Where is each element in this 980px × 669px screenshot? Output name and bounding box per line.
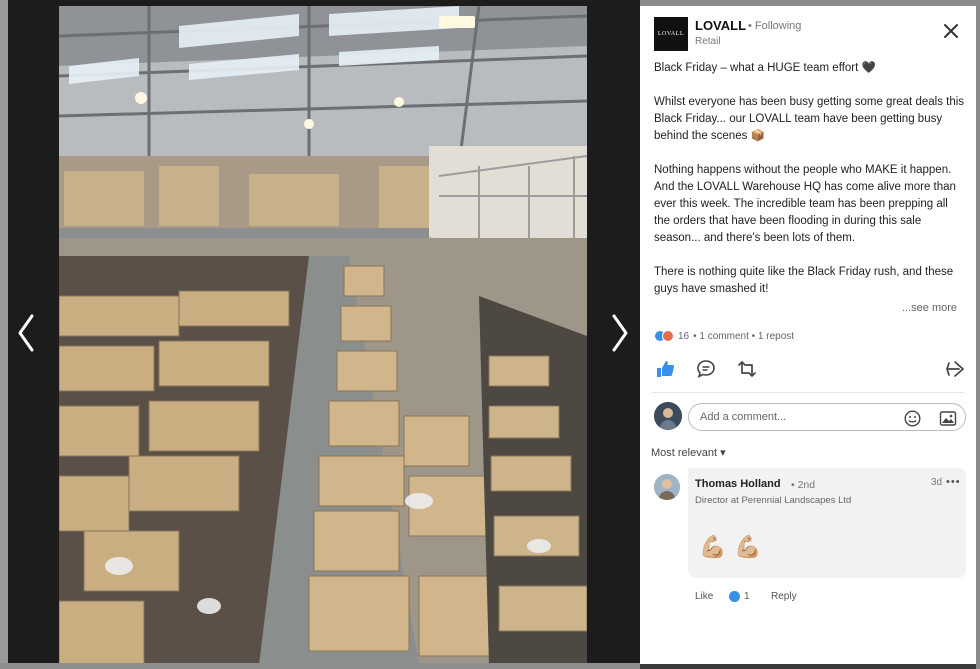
post-panel: LOVALL LOVALL • Following Retail Black F… [640, 6, 976, 664]
see-more-link[interactable]: ...see more [902, 302, 957, 314]
reaction-count[interactable]: 16 [678, 331, 689, 342]
logo-text: LOVALL [657, 31, 685, 37]
comment-bubble: Thomas Holland • 2nd Director at Perenni… [688, 468, 966, 578]
author-headline: Director at Perennial Landscapes Ltd [695, 495, 852, 506]
post-paragraph: Nothing happens without the people who M… [654, 164, 956, 244]
avatar[interactable] [654, 474, 680, 500]
comment-compose [654, 402, 968, 432]
panel-right-edge [976, 0, 980, 669]
comment-timestamp: 3d [931, 477, 943, 488]
connection-degree: • 2nd [791, 479, 816, 491]
following-status: • Following [748, 20, 802, 32]
comment-body: 💪🏼💪🏼 [699, 534, 770, 559]
post-paragraph: Whilst everyone has been busy getting so… [654, 96, 965, 142]
send-icon[interactable] [944, 358, 968, 382]
comment-more-button[interactable]: ••• [946, 476, 961, 488]
chevron-left-icon[interactable] [12, 312, 42, 354]
company-industry: Retail [695, 36, 721, 47]
comment-like-count[interactable]: 1 [744, 591, 750, 602]
post-actions [654, 358, 966, 382]
close-icon[interactable] [942, 22, 960, 40]
comment-reply-button[interactable]: Reply [771, 591, 797, 602]
sort-dropdown[interactable]: Most relevant ▾ [651, 446, 726, 459]
avatar[interactable] [654, 402, 682, 430]
emoji-icon[interactable] [904, 410, 921, 427]
speech-bubble-icon[interactable] [695, 358, 719, 382]
post-paragraph: Black Friday – what a HUGE team effort 🖤 [654, 62, 876, 74]
post-paragraph: There is nothing quite like the Black Fr… [654, 266, 954, 295]
media-viewer [0, 0, 640, 669]
company-name[interactable]: LOVALL [695, 18, 746, 33]
post-photo [59, 6, 587, 665]
comment-author[interactable]: Thomas Holland [695, 478, 781, 490]
social-counts[interactable]: 16 • 1 comment • 1 repost [654, 328, 954, 344]
comment-like-button[interactable]: Like [695, 591, 713, 602]
love-reaction-icon [662, 330, 674, 342]
comment-repost-counts[interactable]: • 1 comment • 1 repost [693, 331, 794, 342]
image-icon[interactable] [939, 410, 957, 427]
viewer-edge [0, 0, 8, 669]
chevron-right-icon[interactable] [604, 312, 634, 354]
like-reaction-icon [729, 591, 740, 602]
divider [652, 392, 964, 393]
comment-input[interactable] [688, 403, 966, 431]
post-header: LOVALL LOVALL • Following Retail [654, 17, 964, 53]
thumbs-up-icon[interactable] [654, 358, 678, 382]
company-logo[interactable]: LOVALL [654, 17, 688, 51]
viewer-bottom-edge [0, 663, 640, 669]
post-text: Black Friday – what a HUGE team effort 🖤… [654, 60, 966, 298]
repost-icon[interactable] [736, 358, 760, 382]
